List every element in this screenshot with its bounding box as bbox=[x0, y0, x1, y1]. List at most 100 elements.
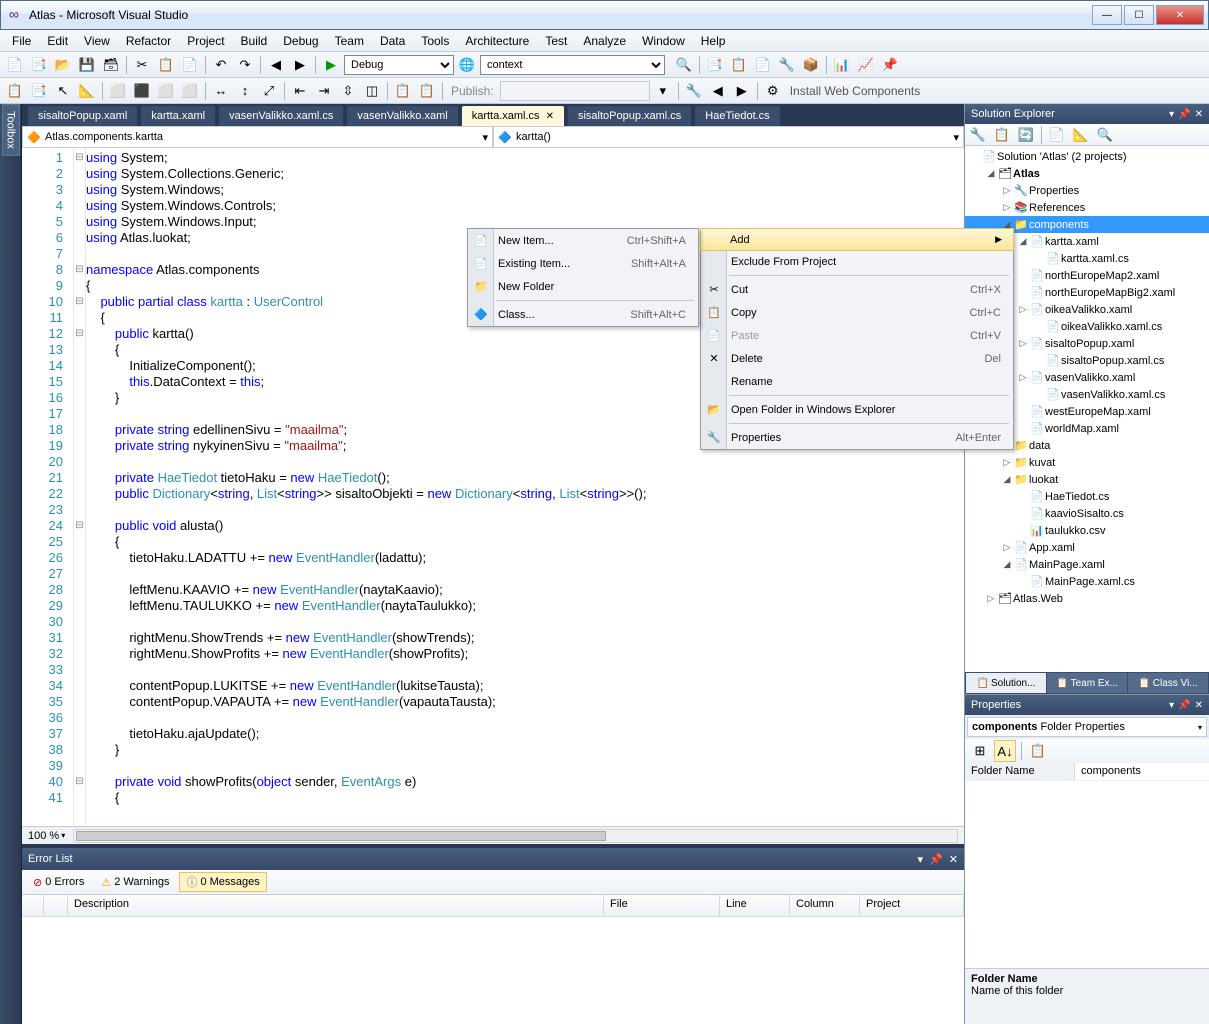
pin-icon[interactable]: 📌 bbox=[1178, 109, 1190, 120]
tb-icon[interactable]: ⚙ bbox=[762, 80, 784, 102]
menu-build[interactable]: Build bbox=[233, 32, 276, 50]
tb-icon[interactable]: ◀ bbox=[707, 80, 729, 102]
menu-window[interactable]: Window bbox=[634, 32, 693, 50]
property-pages-icon[interactable]: 📋 bbox=[1027, 740, 1049, 762]
tb-icon[interactable]: ⇳ bbox=[337, 80, 359, 102]
col-file[interactable]: File bbox=[604, 895, 720, 916]
close-icon[interactable]: ✕ bbox=[1195, 700, 1203, 711]
doc-tab[interactable]: HaeTiedot.cs bbox=[695, 106, 779, 126]
tree-node[interactable]: ◢📁luokat bbox=[965, 471, 1209, 488]
menu-item[interactable]: Add▶ bbox=[700, 228, 1014, 251]
tree-node[interactable]: ▷🔧Properties bbox=[965, 182, 1209, 199]
menu-view[interactable]: View bbox=[76, 32, 118, 50]
alphabetical-icon[interactable]: A↓ bbox=[994, 740, 1016, 762]
pin-icon[interactable]: 📌 bbox=[1178, 700, 1190, 711]
tb-icon[interactable]: 📈 bbox=[855, 54, 877, 76]
menu-item[interactable]: 📄Existing Item...Shift+Alt+A bbox=[468, 252, 698, 275]
add-item-icon[interactable]: 📑 bbox=[28, 54, 50, 76]
doc-tab[interactable]: kartta.xaml.cs✕ bbox=[462, 106, 564, 126]
close-icon[interactable]: ✕ bbox=[546, 111, 554, 122]
dropdown-icon[interactable]: ▾ bbox=[918, 853, 924, 866]
view-icon[interactable]: 🔍 bbox=[1094, 124, 1116, 146]
messages-filter[interactable]: ⓘ0 Messages bbox=[179, 872, 266, 892]
zoom-level[interactable]: 100 % bbox=[28, 830, 59, 842]
tree-node[interactable]: ▷📄App.xaml bbox=[965, 539, 1209, 556]
cut-icon[interactable]: ✂ bbox=[131, 54, 153, 76]
doc-tab[interactable]: kartta.xaml bbox=[141, 106, 215, 126]
menu-refactor[interactable]: Refactor bbox=[118, 32, 179, 50]
tb-icon[interactable]: ◫ bbox=[361, 80, 383, 102]
context-menu[interactable]: Add▶Exclude From Project ✂CutCtrl+X📋CopyC… bbox=[700, 228, 1014, 450]
menu-data[interactable]: Data bbox=[372, 32, 413, 50]
tb-icon[interactable]: 🔧 bbox=[776, 54, 798, 76]
menu-item[interactable]: 🔧PropertiesAlt+Enter bbox=[701, 426, 1013, 449]
menu-item[interactable]: Rename bbox=[701, 370, 1013, 393]
tb-icon[interactable]: 📄 bbox=[752, 54, 774, 76]
tree-node[interactable]: ◢📄MainPage.xaml bbox=[965, 556, 1209, 573]
menu-team[interactable]: Team bbox=[327, 32, 372, 50]
show-all-icon[interactable]: 📋 bbox=[991, 124, 1013, 146]
tree-node[interactable]: 📄MainPage.xaml.cs bbox=[965, 573, 1209, 590]
tree-node[interactable]: 📄kaavioSisalto.cs bbox=[965, 505, 1209, 522]
menu-tools[interactable]: Tools bbox=[413, 32, 457, 50]
menu-debug[interactable]: Debug bbox=[275, 32, 326, 50]
tb-icon[interactable]: 📋 bbox=[4, 80, 26, 102]
tb-icon[interactable]: 📋 bbox=[728, 54, 750, 76]
tree-node[interactable]: ▷📁kuvat bbox=[965, 454, 1209, 471]
tb-icon[interactable]: 📑 bbox=[704, 54, 726, 76]
tb-icon[interactable]: ⇥ bbox=[313, 80, 335, 102]
properties-grid[interactable]: Folder Namecomponents bbox=[965, 763, 1209, 968]
open-icon[interactable]: 📂 bbox=[52, 54, 74, 76]
tb-icon[interactable]: ⤢ bbox=[258, 80, 280, 102]
close-icon[interactable]: ✕ bbox=[949, 853, 958, 866]
tb-icon[interactable]: ⬜ bbox=[179, 80, 201, 102]
property-row[interactable]: Folder Namecomponents bbox=[965, 763, 1209, 781]
errors-filter[interactable]: ⊘0 Errors bbox=[26, 872, 91, 892]
paste-icon[interactable]: 📄 bbox=[179, 54, 201, 76]
view-designer-icon[interactable]: 📐 bbox=[1070, 124, 1092, 146]
menu-item[interactable]: ✕DeleteDel bbox=[701, 347, 1013, 370]
pin-icon[interactable]: 📌 bbox=[929, 853, 943, 866]
menu-test[interactable]: Test bbox=[537, 32, 575, 50]
tree-node[interactable]: 📄Solution 'Atlas' (2 projects) bbox=[965, 148, 1209, 165]
warnings-filter[interactable]: ⚠2 Warnings bbox=[94, 872, 176, 892]
menu-file[interactable]: File bbox=[4, 32, 39, 50]
tb-icon[interactable]: 📌 bbox=[879, 54, 901, 76]
menu-item[interactable]: ✂CutCtrl+X bbox=[701, 278, 1013, 301]
tree-node[interactable]: 📄HaeTiedot.cs bbox=[965, 488, 1209, 505]
browser-icon[interactable]: 🌐 bbox=[456, 54, 478, 76]
menu-item[interactable]: Exclude From Project bbox=[701, 250, 1013, 273]
doc-tab[interactable]: vasenValikko.xaml bbox=[347, 106, 457, 126]
properties-selector[interactable]: components Folder Properties▾ bbox=[967, 717, 1207, 737]
menu-project[interactable]: Project bbox=[179, 32, 232, 50]
menu-item[interactable]: 📄PasteCtrl+V bbox=[701, 324, 1013, 347]
scroll-thumb[interactable] bbox=[76, 831, 606, 841]
redo-icon[interactable]: ↷ bbox=[234, 54, 256, 76]
nav-type-select[interactable]: 🔶Atlas.components.kartta▾ bbox=[22, 126, 493, 148]
tb-icon[interactable]: 📑 bbox=[28, 80, 50, 102]
find-icon[interactable]: 🔍 bbox=[673, 54, 695, 76]
menu-help[interactable]: Help bbox=[693, 32, 734, 50]
nav-fwd-icon[interactable]: ▶ bbox=[289, 54, 311, 76]
tb-icon[interactable]: 📋 bbox=[392, 80, 414, 102]
tb-icon[interactable]: 📊 bbox=[831, 54, 853, 76]
close-button[interactable]: ✕ bbox=[1156, 5, 1204, 25]
menu-edit[interactable]: Edit bbox=[39, 32, 76, 50]
tree-node[interactable]: 📊taulukko.csv bbox=[965, 522, 1209, 539]
menu-item[interactable]: 📂Open Folder in Windows Explorer bbox=[701, 398, 1013, 421]
tb-icon[interactable]: ▾ bbox=[652, 80, 674, 102]
view-code-icon[interactable]: 📄 bbox=[1046, 124, 1068, 146]
tb-icon[interactable]: ⬛ bbox=[131, 80, 153, 102]
menu-item[interactable]: 📋CopyCtrl+C bbox=[701, 301, 1013, 324]
properties-icon[interactable]: 🔧 bbox=[967, 124, 989, 146]
maximize-button[interactable]: ☐ bbox=[1124, 5, 1154, 25]
refresh-icon[interactable]: 🔄 bbox=[1015, 124, 1037, 146]
tool-tab[interactable]: 📋Class Vi... bbox=[1128, 673, 1208, 693]
save-icon[interactable]: 💾 bbox=[76, 54, 98, 76]
doc-tab[interactable]: vasenValikko.xaml.cs bbox=[219, 106, 343, 126]
col-column[interactable]: Column bbox=[790, 895, 860, 916]
menu-item[interactable]: 📁New Folder bbox=[468, 275, 698, 298]
dropdown-icon[interactable]: ▾ bbox=[1169, 700, 1174, 711]
menu-architecture[interactable]: Architecture bbox=[457, 32, 537, 50]
nav-member-select[interactable]: 🔷kartta()▾ bbox=[493, 126, 964, 148]
